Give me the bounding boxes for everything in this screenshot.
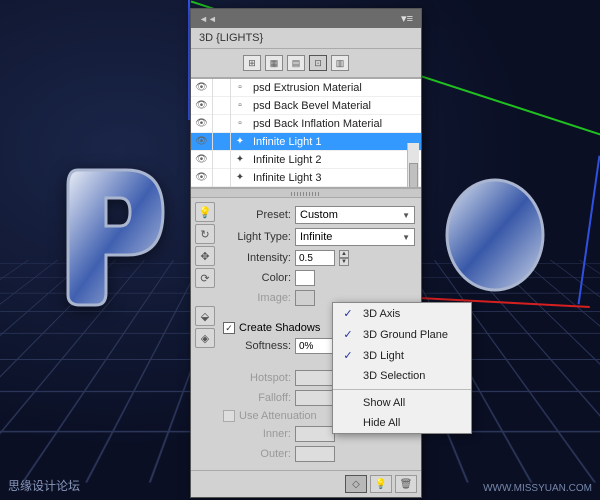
menu-item-3d-axis[interactable]: ✓3D Axis (333, 303, 471, 324)
scene-item-material[interactable]: 👁▫psd Back Bevel Material (191, 97, 421, 115)
outer-input-disabled (295, 446, 335, 462)
light-tool-column: 💡 ↻ ✥ ⟳ ⬙ ◈ (195, 198, 217, 348)
lighttype-label: Light Type: (223, 231, 291, 243)
filter-mesh-icon[interactable]: ▦ (265, 55, 283, 71)
falloff-input-disabled (295, 390, 335, 406)
intensity-stepper[interactable]: ▲▼ (339, 250, 349, 266)
scene-item-light-selected[interactable]: 👁✦Infinite Light 1 (191, 133, 421, 151)
scrollbar[interactable] (407, 143, 419, 187)
menu-item-3d-selection[interactable]: 3D Selection (333, 366, 471, 386)
preset-select[interactable]: Custom▼ (295, 206, 415, 224)
light-point-tool-icon[interactable]: ⟳ (195, 268, 215, 288)
watermark-right: WWW.MISSYUAN.COM (483, 483, 592, 494)
delete-button[interactable]: 🗑 (395, 475, 417, 493)
menu-item-hide-all[interactable]: Hide All (333, 413, 471, 433)
light-rotate-tool-icon[interactable]: 💡 (195, 202, 215, 222)
scene-item-material[interactable]: 👁▫psd Extrusion Material (191, 79, 421, 97)
use-attenuation-checkbox-disabled (223, 410, 235, 422)
menu-separator (333, 389, 471, 390)
visibility-eye-icon[interactable]: 👁 (191, 169, 213, 187)
panel-footer: ◇ 💡 🗑 (191, 470, 421, 497)
visibility-eye-icon[interactable]: 👁 (191, 115, 213, 133)
check-icon: ✓ (341, 349, 355, 362)
light-pan-tool-icon[interactable]: ↻ (195, 224, 215, 244)
panel-title-tab[interactable]: 3D {LIGHTS} (191, 28, 421, 49)
filter-lights-icon[interactable]: ⊡ (309, 55, 327, 71)
image-label: Image: (223, 292, 291, 304)
softness-input[interactable]: 0% (295, 338, 335, 354)
filter-toolbar: ⊞ ▦ ▤ ⊡ ▥ (191, 49, 421, 78)
panel-header[interactable]: ◄◄ ▾≡ (191, 9, 421, 28)
3d-object-secondary (440, 170, 550, 300)
scene-item-light[interactable]: 👁✦Infinite Light 3 (191, 169, 421, 187)
3d-object-p (58, 160, 178, 310)
light-aim-tool-icon[interactable]: ◈ (195, 328, 215, 348)
panel-divider[interactable] (191, 188, 421, 198)
lighttype-select[interactable]: Infinite▼ (295, 228, 415, 246)
create-shadows-label: Create Shadows (239, 322, 320, 334)
hotspot-input-disabled (295, 370, 335, 386)
filter-scene-icon[interactable]: ⊞ (243, 55, 261, 71)
scene-item-material[interactable]: 👁▫psd Back Inflation Material (191, 115, 421, 133)
material-icon: ▫ (231, 100, 249, 111)
use-attenuation-label: Use Attenuation (239, 410, 317, 422)
light-home-tool-icon[interactable]: ⬙ (195, 306, 215, 326)
material-icon: ▫ (231, 82, 249, 93)
visibility-eye-icon[interactable]: 👁 (191, 97, 213, 115)
material-icon: ▫ (231, 118, 249, 129)
color-swatch[interactable] (295, 270, 315, 286)
outer-label: Outer: (223, 448, 291, 460)
chevron-down-icon: ▼ (402, 211, 410, 220)
scrollbar-thumb[interactable] (409, 163, 418, 188)
panel-menu-icon[interactable]: ▾≡ (401, 12, 413, 25)
create-shadows-checkbox[interactable]: ✓ (223, 322, 235, 334)
intensity-label: Intensity: (223, 252, 291, 264)
visibility-eye-icon[interactable]: 👁 (191, 79, 213, 97)
chevron-down-icon: ▼ (402, 233, 410, 242)
falloff-label: Falloff: (223, 392, 291, 404)
check-icon: ✓ (341, 328, 355, 341)
overlay-context-menu: ✓3D Axis ✓3D Ground Plane ✓3D Light 3D S… (332, 302, 472, 434)
visibility-eye-icon[interactable]: 👁 (191, 151, 213, 169)
menu-item-3d-light[interactable]: ✓3D Light (333, 345, 471, 366)
light-slide-tool-icon[interactable]: ✥ (195, 246, 215, 266)
light-icon: ✦ (231, 172, 249, 183)
color-label: Color: (223, 272, 291, 284)
inner-label: Inner: (223, 428, 291, 440)
hotspot-label: Hotspot: (223, 372, 291, 384)
visibility-eye-icon[interactable]: 👁 (191, 133, 213, 151)
filter-material-icon[interactable]: ▤ (287, 55, 305, 71)
new-light-button[interactable]: 💡 (370, 475, 392, 493)
image-swatch-disabled (295, 290, 315, 306)
menu-item-3d-ground-plane[interactable]: ✓3D Ground Plane (333, 324, 471, 345)
scene-tree[interactable]: 👁▫psd Extrusion Material 👁▫psd Back Beve… (191, 78, 421, 188)
watermark-left: 思缘设计论坛 (8, 477, 80, 494)
menu-item-show-all[interactable]: Show All (333, 393, 471, 413)
toggle-overlays-button[interactable]: ◇ (345, 475, 367, 493)
light-icon: ✦ (231, 154, 249, 165)
check-icon: ✓ (341, 307, 355, 320)
light-icon: ✦ (231, 136, 249, 147)
intensity-input[interactable]: 0.5 (295, 250, 335, 266)
scene-item-light[interactable]: 👁✦Infinite Light 2 (191, 151, 421, 169)
inner-input-disabled (295, 426, 335, 442)
collapse-arrows-icon[interactable]: ◄◄ (199, 14, 217, 24)
filter-camera-icon[interactable]: ▥ (331, 55, 349, 71)
preset-label: Preset: (223, 209, 291, 221)
softness-label: Softness: (223, 340, 291, 352)
